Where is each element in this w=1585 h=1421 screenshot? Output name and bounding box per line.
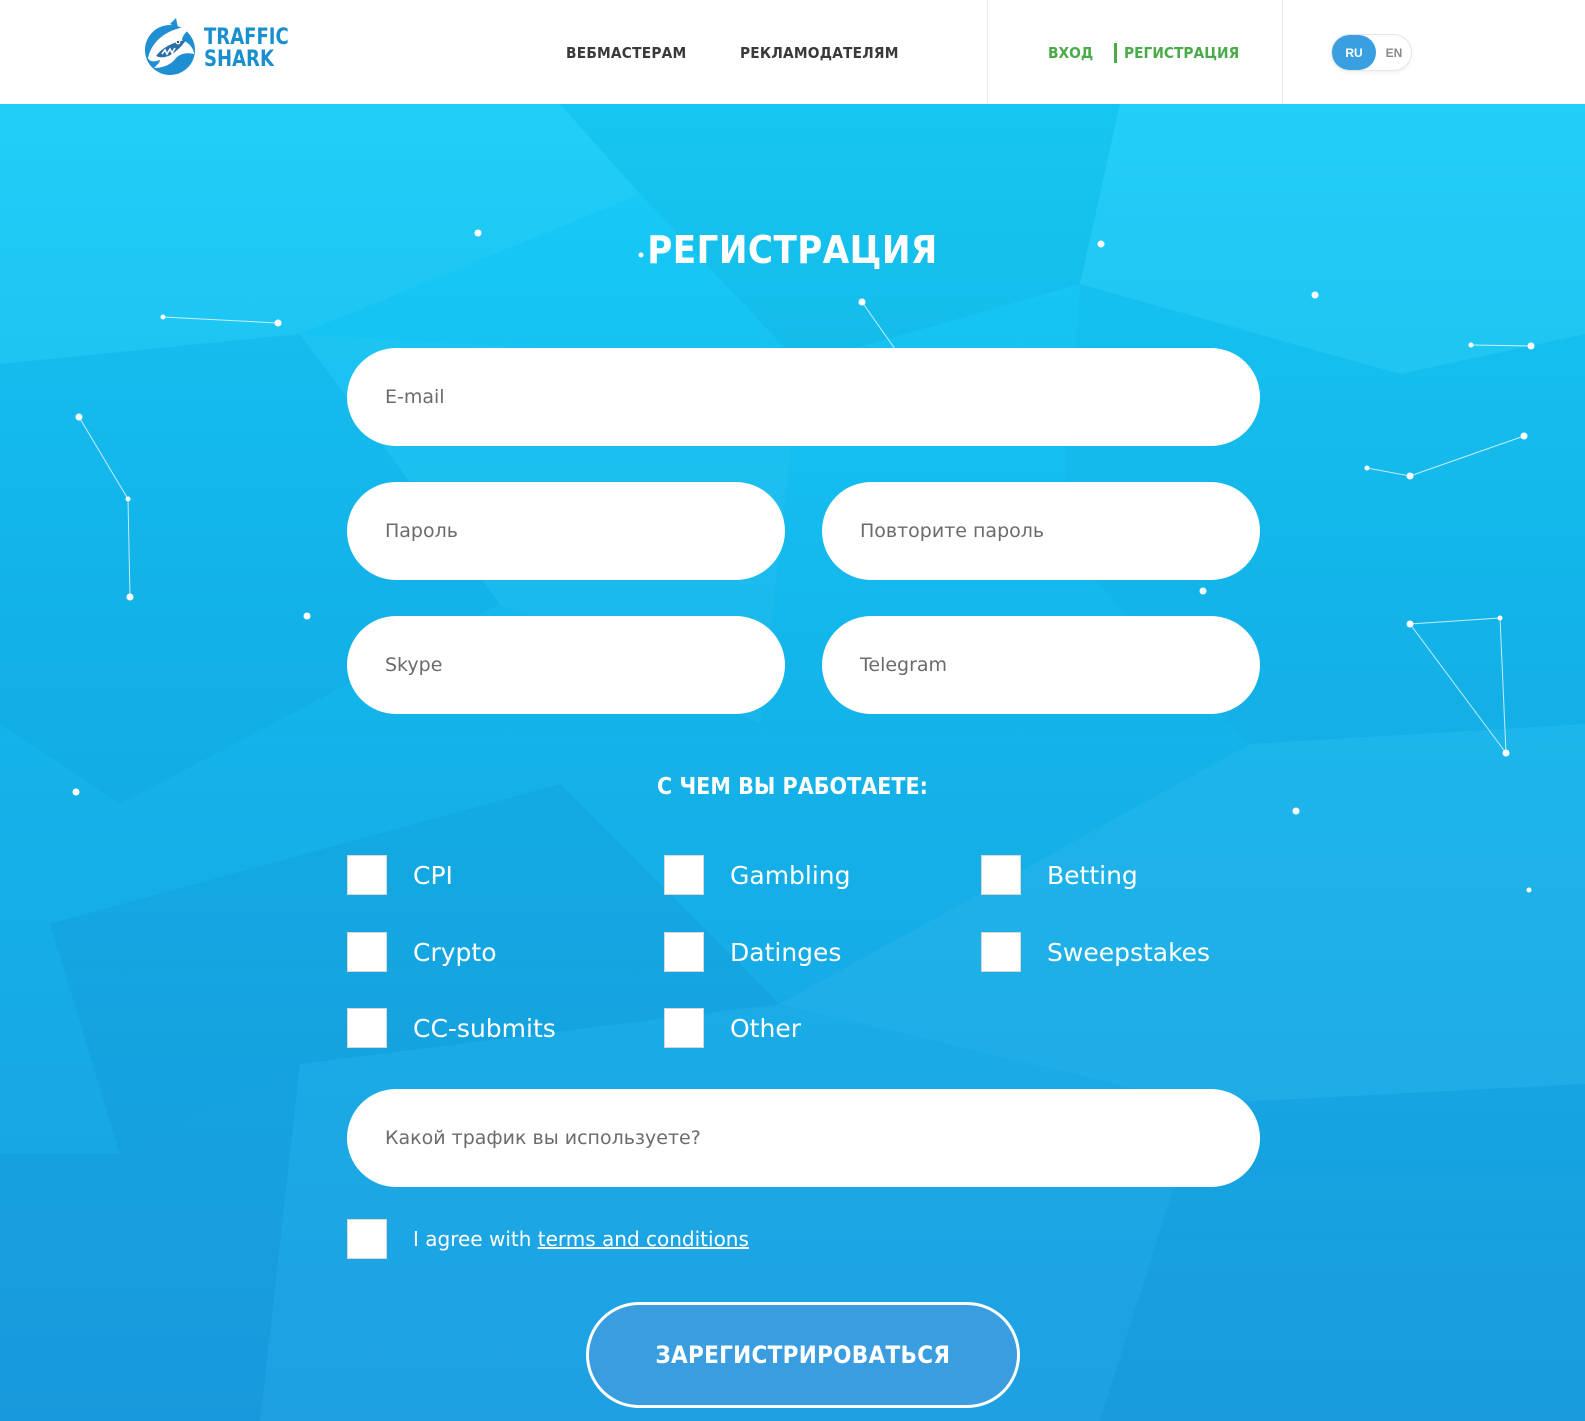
- register-submit-button[interactable]: ЗАРЕГИСТРИРОВАТЬСЯ: [586, 1302, 1020, 1408]
- site-header: TRAFFIC SHARK ВЕБМАСТЕРАМ РЕКЛАМОДАТЕЛЯМ…: [0, 0, 1585, 104]
- checkbox[interactable]: [347, 1008, 387, 1048]
- password-repeat-field[interactable]: [822, 482, 1260, 580]
- checkbox[interactable]: [981, 932, 1021, 972]
- category-option-gambling[interactable]: Gambling: [664, 855, 851, 895]
- logo-line-1: TRAFFIC: [204, 25, 289, 50]
- skype-field[interactable]: [347, 616, 785, 714]
- category-option-datinges[interactable]: Datinges: [664, 932, 841, 972]
- category-label: Crypto: [413, 937, 497, 967]
- checkbox[interactable]: [347, 855, 387, 895]
- category-label: Sweepstakes: [1047, 937, 1211, 967]
- nav-advertisers-link[interactable]: РЕКЛАМОДАТЕЛЯМ: [740, 44, 899, 62]
- category-option-betting[interactable]: Betting: [981, 855, 1138, 895]
- category-option-sweepstakes[interactable]: Sweepstakes: [981, 932, 1210, 972]
- traffic-source-field[interactable]: [347, 1089, 1260, 1187]
- category-label: Betting: [1047, 860, 1138, 890]
- login-link[interactable]: ВХОД: [1048, 44, 1093, 62]
- terms-link[interactable]: terms and conditions: [538, 1227, 749, 1251]
- logo-line-2: SHARK: [204, 47, 274, 72]
- agree-terms-option[interactable]: I agree with terms and conditions: [347, 1219, 749, 1259]
- category-option-crypto[interactable]: Crypto: [347, 932, 497, 972]
- page-title: РЕГИСТРАЦИЯ: [647, 228, 938, 272]
- agree-text: I agree with: [413, 1227, 538, 1251]
- auth-separator: [1114, 43, 1117, 63]
- category-label: CC-submits: [413, 1013, 556, 1043]
- category-option-cpi[interactable]: CPI: [347, 855, 453, 895]
- logo[interactable]: TRAFFIC SHARK: [142, 18, 307, 80]
- password-field[interactable]: [347, 482, 785, 580]
- category-option-other[interactable]: Other: [664, 1008, 801, 1048]
- checkbox[interactable]: [664, 1008, 704, 1048]
- checkbox[interactable]: [981, 855, 1021, 895]
- registration-section: РЕГИСТРАЦИЯ С ЧЕМ ВЫ РАБОТАЕТЕ: CPI Gamb…: [0, 104, 1585, 1421]
- shark-logo-icon: [145, 18, 195, 75]
- category-label: Datinges: [730, 937, 842, 967]
- work-section-title: С ЧЕМ ВЫ РАБОТАЕТЕ:: [657, 774, 928, 800]
- register-link[interactable]: РЕГИСТРАЦИЯ: [1124, 44, 1239, 62]
- checkbox[interactable]: [347, 932, 387, 972]
- category-label: CPI: [413, 860, 453, 890]
- lang-en-button[interactable]: EN: [1380, 35, 1408, 70]
- email-field[interactable]: [347, 348, 1260, 446]
- header-divider: [987, 0, 988, 104]
- category-label: Other: [730, 1013, 801, 1043]
- checkbox[interactable]: [664, 932, 704, 972]
- header-divider: [1282, 0, 1283, 104]
- background-pattern: [0, 104, 1585, 1421]
- submit-label: ЗАРЕГИСТРИРОВАТЬСЯ: [655, 1341, 951, 1369]
- lang-ru-button[interactable]: RU: [1332, 35, 1376, 70]
- agree-label: I agree with terms and conditions: [413, 1227, 749, 1251]
- logo-text: TRAFFIC SHARK: [204, 27, 289, 71]
- telegram-field[interactable]: [822, 616, 1260, 714]
- category-label: Gambling: [730, 860, 851, 890]
- language-switch[interactable]: RU EN: [1332, 35, 1411, 70]
- checkbox[interactable]: [664, 855, 704, 895]
- nav-webmasters-link[interactable]: ВЕБМАСТЕРАМ: [566, 44, 686, 62]
- category-option-cc-submits[interactable]: CC-submits: [347, 1008, 556, 1048]
- agree-checkbox[interactable]: [347, 1219, 387, 1259]
